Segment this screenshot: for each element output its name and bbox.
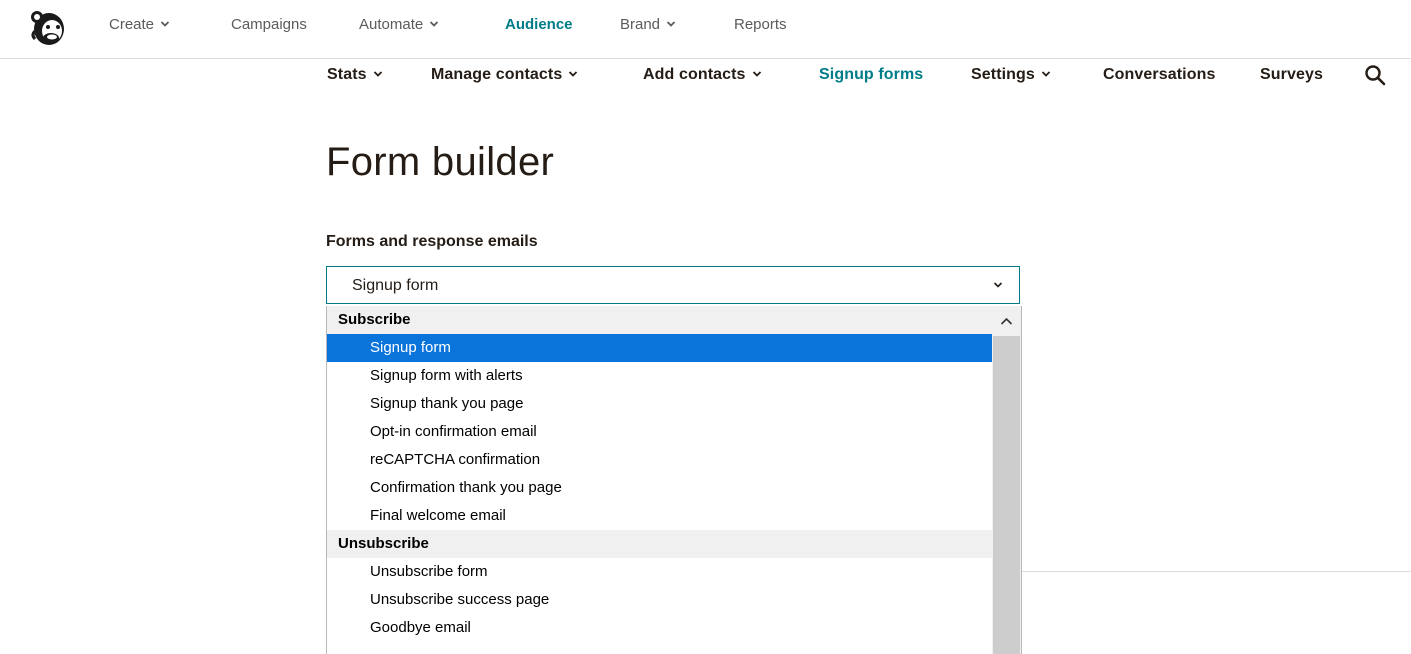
chevron-down-icon xyxy=(430,21,439,27)
chevron-down-icon xyxy=(569,71,578,77)
top-navigation: Create Campaigns Automate Audience Brand Repo… xyxy=(0,0,1411,58)
chevron-down-icon xyxy=(993,282,1003,288)
chevron-down-icon xyxy=(1041,71,1051,77)
sub-nav-label: Surveys xyxy=(1260,66,1323,83)
top-nav-label: Automate xyxy=(359,16,424,33)
sub-nav-stats[interactable]: Stats xyxy=(327,66,383,84)
dropdown-options: Subscribe Signup form Signup form with ale… xyxy=(327,306,992,642)
chevron-down-icon xyxy=(752,71,761,77)
page-title: Form builder xyxy=(326,140,555,184)
scrollbar-thumb[interactable] xyxy=(993,336,1020,654)
option-goodbye-email[interactable]: Goodbye email xyxy=(327,614,992,642)
option-signup-thank-you-page[interactable]: Signup thank you page xyxy=(327,390,992,418)
top-nav-campaigns[interactable]: Campaigns xyxy=(231,16,307,33)
top-nav-reports[interactable]: Reports xyxy=(734,16,787,33)
option-opt-in-confirmation-email[interactable]: Opt-in confirmation email xyxy=(327,418,992,446)
option-unsubscribe-form[interactable]: Unsubscribe form xyxy=(327,558,992,586)
sub-nav-signup-forms[interactable]: Signup forms xyxy=(819,66,923,84)
option-unsubscribe-success-page[interactable]: Unsubscribe success page xyxy=(327,586,992,614)
audience-sub-navigation: Stats Manage contacts Add contacts Signup f… xyxy=(0,59,1411,95)
chevron-down-icon xyxy=(373,71,382,77)
sub-nav-label: Stats xyxy=(327,66,367,83)
sub-nav-settings[interactable]: Settings xyxy=(971,66,1051,84)
forms-dropdown-list: Subscribe Signup form Signup form with ale… xyxy=(326,306,1022,654)
top-nav-label: Campaigns xyxy=(231,16,307,33)
mailchimp-logo-icon[interactable] xyxy=(27,5,71,49)
top-nav-brand[interactable]: Brand xyxy=(620,16,676,33)
top-nav-create[interactable]: Create xyxy=(109,16,170,33)
content-divider xyxy=(1021,571,1411,572)
sub-nav-label: Signup forms xyxy=(819,66,924,83)
option-final-welcome-email[interactable]: Final welcome email xyxy=(327,502,992,530)
option-confirmation-thank-you-page[interactable]: Confirmation thank you page xyxy=(327,474,992,502)
sub-nav-surveys[interactable]: Surveys xyxy=(1260,66,1323,84)
chevron-down-icon xyxy=(666,21,676,27)
chevron-down-icon xyxy=(160,21,170,27)
sub-nav-add-contacts[interactable]: Add contacts xyxy=(643,66,762,84)
option-recaptcha-confirmation[interactable]: reCAPTCHA confirmation xyxy=(327,446,992,474)
scroll-up-arrow-icon[interactable] xyxy=(992,306,1021,336)
top-nav-label: Audience xyxy=(505,16,573,33)
forms-select-value: Signup form xyxy=(352,277,439,294)
forms-select[interactable]: Signup form xyxy=(326,266,1020,304)
forms-select-label: Forms and response emails xyxy=(326,233,538,250)
option-signup-form[interactable]: Signup form xyxy=(327,334,992,362)
search-icon[interactable] xyxy=(1364,64,1386,86)
top-nav-audience[interactable]: Audience xyxy=(505,16,573,33)
top-nav-label: Create xyxy=(109,16,155,33)
top-nav-label: Brand xyxy=(620,16,661,33)
option-signup-form-with-alerts[interactable]: Signup form with alerts xyxy=(327,362,992,390)
top-nav-automate[interactable]: Automate xyxy=(359,16,439,33)
sub-nav-label: Add contacts xyxy=(643,66,746,83)
sub-nav-label: Conversations xyxy=(1103,66,1216,83)
sub-nav-label: Manage contacts xyxy=(431,66,563,83)
group-header-unsubscribe: Unsubscribe xyxy=(327,530,992,558)
sub-nav-conversations[interactable]: Conversations xyxy=(1103,66,1215,84)
group-header-subscribe: Subscribe xyxy=(327,306,992,334)
dropdown-scrollbar[interactable] xyxy=(992,306,1021,654)
sub-nav-label: Settings xyxy=(971,66,1035,83)
top-nav-label: Reports xyxy=(734,16,787,33)
sub-nav-manage-contacts[interactable]: Manage contacts xyxy=(431,66,578,84)
